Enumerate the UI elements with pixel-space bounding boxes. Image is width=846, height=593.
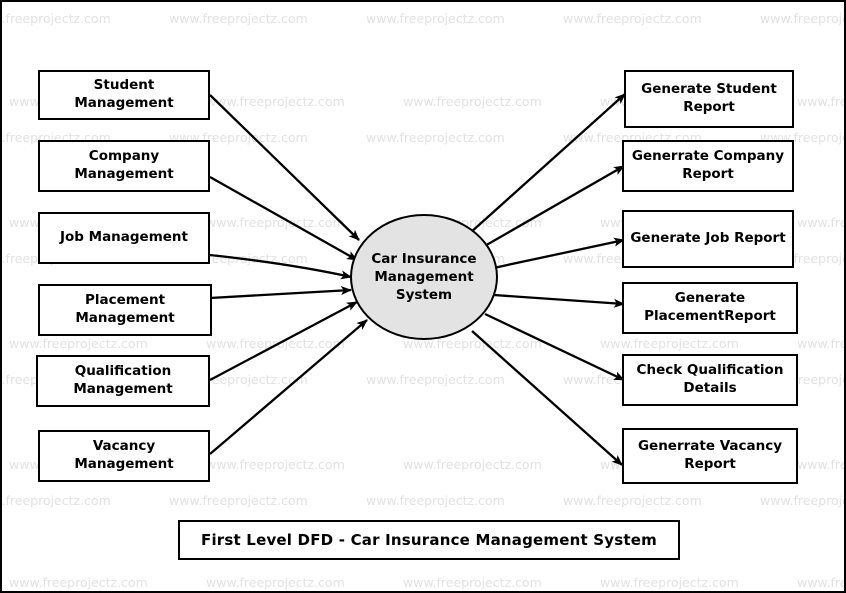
flow-process-to-qualification-check [484, 312, 625, 382]
flow-process-to-placement-report [493, 293, 625, 308]
entity-placement-management[interactable]: Placement Management [38, 284, 212, 336]
entity-qualification-management-label: Qualification Management [73, 363, 173, 397]
entity-vacancy-management[interactable]: Vacancy Management [38, 430, 210, 482]
flow-qualification-to-process [209, 300, 358, 382]
entity-check-qualification-details[interactable]: Check Qualification Details [622, 354, 798, 406]
flow-company-to-process [209, 175, 358, 262]
flow-vacancy-to-process [209, 319, 368, 455]
entity-generate-company-report[interactable]: Generrate Company Report [622, 140, 794, 192]
entity-generate-job-report[interactable]: Generate Job Report [622, 210, 794, 268]
flow-placement-to-process [209, 286, 352, 300]
entity-generate-placement-report[interactable]: Generate PlacementReport [622, 282, 798, 334]
diagram-title-label: First Level DFD - Car Insurance Manageme… [201, 531, 657, 549]
entity-generate-vacancy-report-label: Generrate Vacancy Report [637, 438, 783, 472]
entity-qualification-management[interactable]: Qualification Management [36, 355, 210, 407]
process-label: Car Insurance Management System [371, 250, 477, 304]
entity-vacancy-management-label: Vacancy Management [74, 438, 174, 472]
flow-process-to-vacancy-report [471, 330, 623, 466]
entity-generate-placement-report-label: Generate PlacementReport [644, 290, 776, 324]
entity-check-qualification-details-label: Check Qualification Details [636, 362, 784, 396]
flow-job-to-process [209, 253, 352, 280]
entity-generate-company-report-label: Generrate Company Report [631, 148, 785, 182]
entity-student-management-label: Student Management [74, 77, 174, 111]
entity-generate-student-report-label: Generate Student Report [641, 81, 777, 115]
entity-generate-student-report[interactable]: Generate Student Report [624, 70, 794, 128]
entity-generate-vacancy-report[interactable]: Generrate Vacancy Report [622, 428, 798, 484]
flow-process-to-student-report [469, 93, 626, 234]
entity-company-management-label: Company Management [74, 148, 174, 182]
entity-student-management[interactable]: Student Management [38, 70, 210, 120]
entity-generate-job-report-label: Generate Job Report [630, 230, 786, 247]
diagram-title-box: First Level DFD - Car Insurance Manageme… [178, 520, 680, 560]
entity-job-management-label: Job Management [59, 229, 189, 246]
entity-job-management[interactable]: Job Management [38, 212, 210, 264]
entity-company-management[interactable]: Company Management [38, 140, 210, 192]
entity-placement-management-label: Placement Management [75, 292, 175, 326]
dfd-diagram-canvas: www.freeprojectz.comwww.freeprojectz.com… [0, 0, 846, 593]
process-car-insurance-management-system[interactable]: Car Insurance Management System [350, 214, 498, 340]
flow-process-to-job-report [483, 237, 625, 272]
